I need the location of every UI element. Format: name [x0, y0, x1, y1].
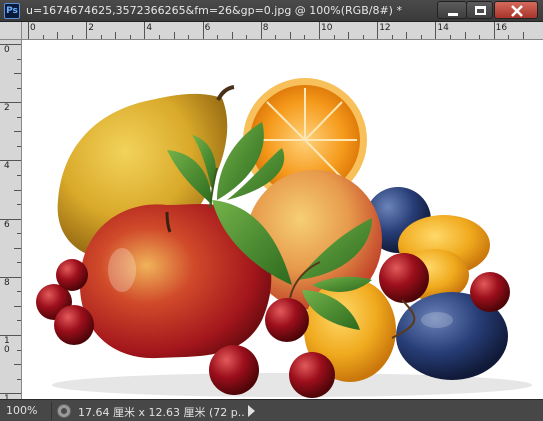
ruler-tick: [57, 32, 59, 39]
maximize-icon: [475, 6, 486, 15]
ruler-label: 12: [379, 23, 391, 33]
ruler-label: 8: [262, 23, 269, 33]
ruler-label: 4: [146, 23, 153, 33]
ruler-tick: [435, 22, 437, 39]
ruler-tick: [71, 35, 73, 39]
horizontal-ruler[interactable]: 0 2 4 6 8 10 12 14 16: [22, 22, 543, 40]
ruler-tick: [115, 32, 117, 39]
ruler-tick: [158, 35, 160, 39]
ruler-tick: [17, 87, 21, 89]
ruler-tick: [333, 35, 335, 39]
ruler-tick: [17, 145, 21, 147]
ruler-tick: [42, 35, 44, 39]
ruler-tick: [17, 349, 21, 351]
document-info-text: 17.64 厘米 x 12.63 厘米 (72 p...: [78, 406, 244, 419]
ruler-tick: [14, 305, 21, 307]
ruler-tick: [479, 35, 481, 39]
ruler-label: 6: [4, 219, 10, 230]
ruler-tick: [17, 116, 21, 118]
ruler-label: 2: [88, 23, 94, 33]
ruler-label: 6: [204, 23, 211, 33]
document-profile-icon[interactable]: [57, 404, 71, 418]
ruler-tick: [319, 22, 320, 39]
photoshop-logo-icon: Ps: [4, 3, 20, 19]
ruler-tick: [348, 32, 350, 39]
ruler-tick: [391, 35, 393, 39]
ruler-tick: [129, 35, 131, 39]
ruler-tick: [86, 22, 88, 39]
ruler-label: 0: [30, 23, 36, 33]
minimize-button[interactable]: [437, 1, 467, 19]
ruler-tick: [17, 378, 21, 380]
ruler-tick: [17, 204, 21, 206]
ruler-tick: [173, 32, 175, 39]
ruler-label: 1 0: [4, 336, 10, 355]
ruler-tick: [260, 22, 262, 39]
status-bar: 100% 17.64 厘米 x 12.63 厘米 (72 p...: [0, 399, 543, 421]
status-empty-area: [262, 402, 543, 420]
ruler-tick: [14, 189, 21, 191]
ruler-tick: [17, 262, 21, 264]
ruler-tick: [508, 35, 510, 39]
ruler-tick: [14, 73, 21, 75]
ruler-tick: [17, 291, 21, 293]
fruit-image: [36, 78, 532, 398]
ruler-tick: [522, 32, 524, 39]
ruler-tick: [289, 32, 291, 39]
minimize-icon: [448, 13, 458, 16]
ruler-tick: [14, 131, 21, 133]
ruler-label: 8: [4, 277, 10, 288]
ruler-tick: [202, 22, 204, 39]
close-icon: [511, 5, 523, 17]
ruler-origin-corner[interactable]: [0, 22, 22, 40]
document-canvas[interactable]: [22, 40, 543, 399]
maximize-button[interactable]: [466, 1, 493, 19]
ruler-tick: [231, 32, 233, 39]
ruler-tick: [17, 174, 21, 176]
ruler-tick: [464, 32, 466, 39]
ruler-tick: [188, 35, 190, 39]
ruler-label: 16: [495, 23, 508, 33]
ruler-tick: [275, 35, 277, 39]
ruler-tick: [28, 22, 29, 39]
ruler-tick: [362, 35, 364, 39]
ruler-tick: [246, 35, 248, 39]
window-title-bar[interactable]: Ps u=1674674625,3572366265&fm=26&gp=0.jp…: [0, 0, 543, 22]
ruler-tick: [17, 58, 21, 60]
ruler-tick: [217, 35, 219, 39]
document-title: u=1674674625,3572366265&fm=26&gp=0.jpg @…: [26, 4, 402, 17]
close-button[interactable]: [494, 1, 538, 19]
ruler-tick: [304, 35, 306, 39]
ruler-tick: [14, 247, 21, 249]
ruler-tick: [449, 35, 451, 39]
ruler-label: 0: [4, 45, 10, 55]
play-arrow-icon[interactable]: [248, 405, 255, 417]
ruler-tick: [493, 22, 495, 39]
vertical-ruler[interactable]: 024681 01 2: [0, 40, 22, 399]
zoom-level-field[interactable]: 100%: [0, 402, 52, 420]
ruler-tick: [406, 32, 408, 39]
ruler-label: 14: [437, 23, 449, 33]
ruler-label: 2: [4, 103, 10, 114]
ruler-tick: [100, 35, 102, 39]
ruler-label: 10: [321, 23, 333, 33]
ruler-tick: [14, 364, 21, 366]
ruler-tick: [377, 22, 379, 39]
ruler-tick: [17, 320, 21, 322]
ruler-label: 4: [4, 161, 10, 172]
ruler-tick: [144, 22, 146, 39]
ruler-tick: [420, 35, 422, 39]
ruler-tick: [17, 233, 21, 235]
